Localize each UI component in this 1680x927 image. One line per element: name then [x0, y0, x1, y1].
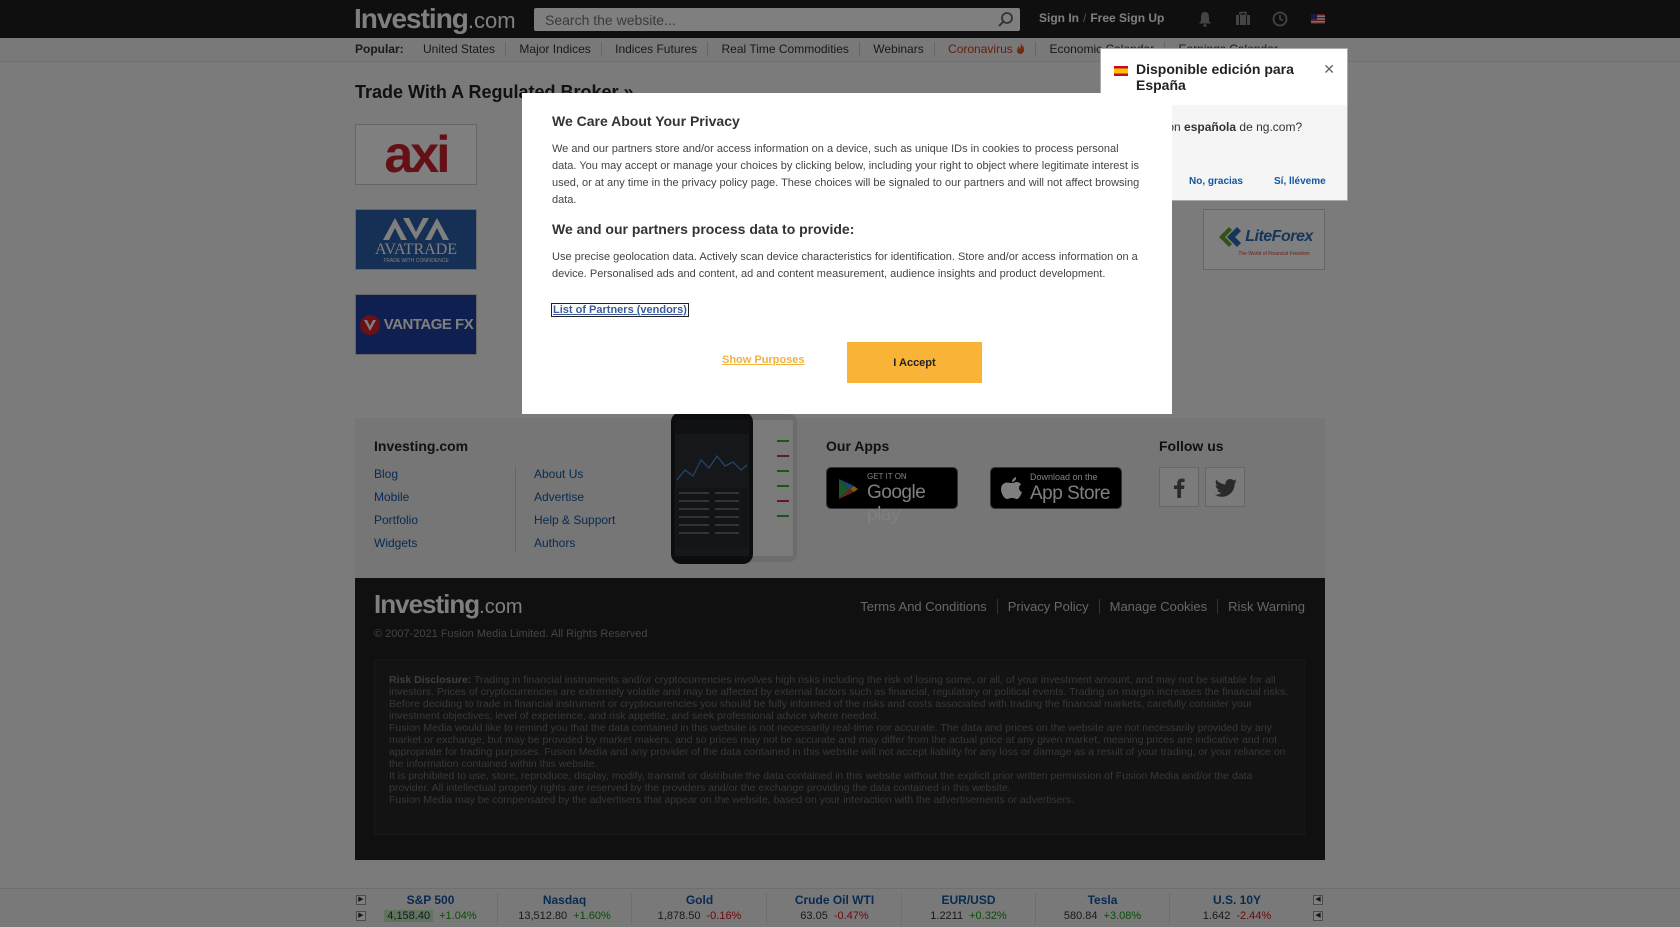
show-purposes-button[interactable]: Show Purposes	[722, 354, 805, 366]
spain-yes-button[interactable]: Sí, lléveme	[1274, 176, 1326, 187]
partners-list-link[interactable]: List of Partners (vendors)	[551, 303, 689, 317]
spain-popup-title: Disponible edición para España	[1136, 61, 1294, 93]
privacy-modal-title: We Care About Your Privacy	[552, 113, 740, 129]
privacy-modal-purposes-text: Use precise geolocation data. Actively s…	[552, 251, 1138, 280]
privacy-modal-description: We and our partners store and/or access …	[552, 143, 1140, 206]
accept-button[interactable]: I Accept	[847, 342, 982, 383]
spain-no-thanks-button[interactable]: No, gracias	[1189, 176, 1243, 187]
spain-flag-icon	[1114, 66, 1128, 76]
close-icon[interactable]: ✕	[1323, 61, 1335, 78]
privacy-consent-modal: We Care About Your Privacy We and our pa…	[522, 93, 1172, 414]
privacy-modal-subheading: We and our partners process data to prov…	[552, 221, 855, 237]
